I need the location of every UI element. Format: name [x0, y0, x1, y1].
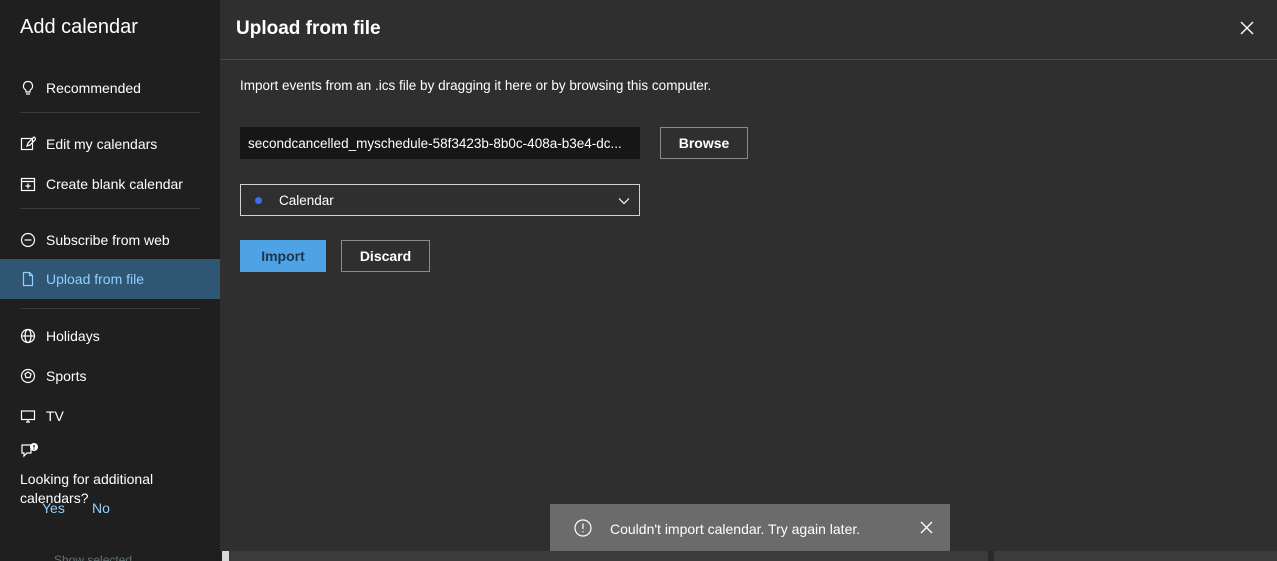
chevron-down-icon	[618, 198, 630, 205]
sidebar: Add calendar Recommended Edit my calenda…	[0, 0, 220, 551]
toast-message: Couldn't import calendar. Try again late…	[610, 521, 861, 537]
sidebar-item-subscribe-web[interactable]: Subscribe from web	[0, 220, 220, 260]
sidebar-item-label: Holidays	[46, 328, 100, 344]
sidebar-item-label: Edit my calendars	[46, 136, 158, 152]
alert-icon	[574, 519, 592, 537]
main-panel: Upload from file Import events from an .…	[220, 0, 1277, 551]
sidebar-divider	[20, 308, 200, 309]
sidebar-divider	[20, 208, 200, 209]
globe-link-icon	[20, 232, 36, 248]
background-scrollbar	[222, 551, 229, 561]
edit-icon	[20, 136, 36, 152]
sidebar-item-edit-calendars[interactable]: Edit my calendars	[0, 124, 220, 164]
background-hint: Show selected	[54, 553, 133, 561]
add-calendar-dialog: Add calendar Recommended Edit my calenda…	[0, 0, 1277, 551]
feedback-yes-link[interactable]: Yes	[42, 500, 65, 516]
sidebar-item-tv[interactable]: TV	[0, 396, 220, 436]
background-strip: Show selected	[0, 551, 1277, 561]
feedback-block: Looking for additional calendars?	[20, 441, 210, 508]
feedback-icon	[20, 443, 40, 465]
calendar-color-dot	[255, 196, 262, 204]
main-header: Upload from file	[220, 0, 1277, 60]
error-toast: Couldn't import calendar. Try again late…	[550, 504, 950, 551]
sports-ball-icon	[20, 368, 36, 384]
sidebar-item-label: Create blank calendar	[46, 176, 183, 192]
calendar-select-value: Calendar	[279, 192, 334, 208]
import-button[interactable]: Import	[240, 240, 326, 272]
sidebar-item-recommended[interactable]: Recommended	[0, 68, 220, 108]
file-icon	[20, 271, 36, 287]
tv-icon	[20, 408, 36, 424]
file-name-field[interactable]: secondcancelled_myschedule-58f3423b-8b0c…	[240, 127, 640, 159]
sidebar-item-upload-file[interactable]: Upload from file	[0, 259, 220, 299]
upload-description: Import events from an .ics file by dragg…	[240, 78, 712, 93]
sidebar-divider	[20, 112, 200, 113]
sidebar-item-sports[interactable]: Sports	[0, 356, 220, 396]
discard-button[interactable]: Discard	[341, 240, 430, 272]
lightbulb-icon	[20, 80, 36, 96]
close-icon	[1240, 21, 1254, 35]
browse-button[interactable]: Browse	[660, 127, 748, 159]
sidebar-item-holidays[interactable]: Holidays	[0, 316, 220, 356]
page-title: Upload from file	[236, 18, 381, 39]
sidebar-title: Add calendar	[20, 16, 138, 38]
feedback-no-link[interactable]: No	[92, 500, 110, 516]
background-divider	[988, 551, 994, 561]
calendar-select[interactable]: Calendar	[240, 184, 640, 216]
sidebar-item-label: TV	[46, 408, 64, 424]
sidebar-item-label: Sports	[46, 368, 87, 384]
sidebar-item-label: Recommended	[46, 80, 141, 96]
globe-icon	[20, 328, 36, 344]
add-calendar-icon	[20, 176, 36, 192]
dismiss-toast-icon[interactable]	[920, 521, 933, 534]
sidebar-item-label: Subscribe from web	[46, 232, 170, 248]
sidebar-item-label: Upload from file	[46, 271, 145, 287]
sidebar-item-create-blank[interactable]: Create blank calendar	[0, 164, 220, 204]
close-button[interactable]	[1237, 18, 1257, 38]
